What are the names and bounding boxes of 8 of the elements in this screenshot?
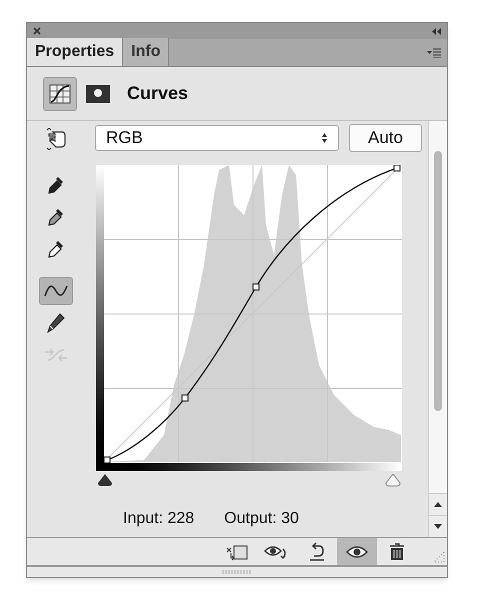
panel-tab[interactable]: Properties (27, 38, 124, 66)
auto-button[interactable]: Auto (349, 124, 422, 152)
channel-value: RGB (106, 127, 143, 150)
output-value: Output: 30 (224, 509, 299, 529)
panel-title: Curves (127, 82, 188, 105)
panel-tab[interactable]: Info (123, 38, 170, 66)
input-value: Input: 228 (123, 509, 194, 529)
channel-dropdown[interactable]: RGB (95, 125, 339, 151)
